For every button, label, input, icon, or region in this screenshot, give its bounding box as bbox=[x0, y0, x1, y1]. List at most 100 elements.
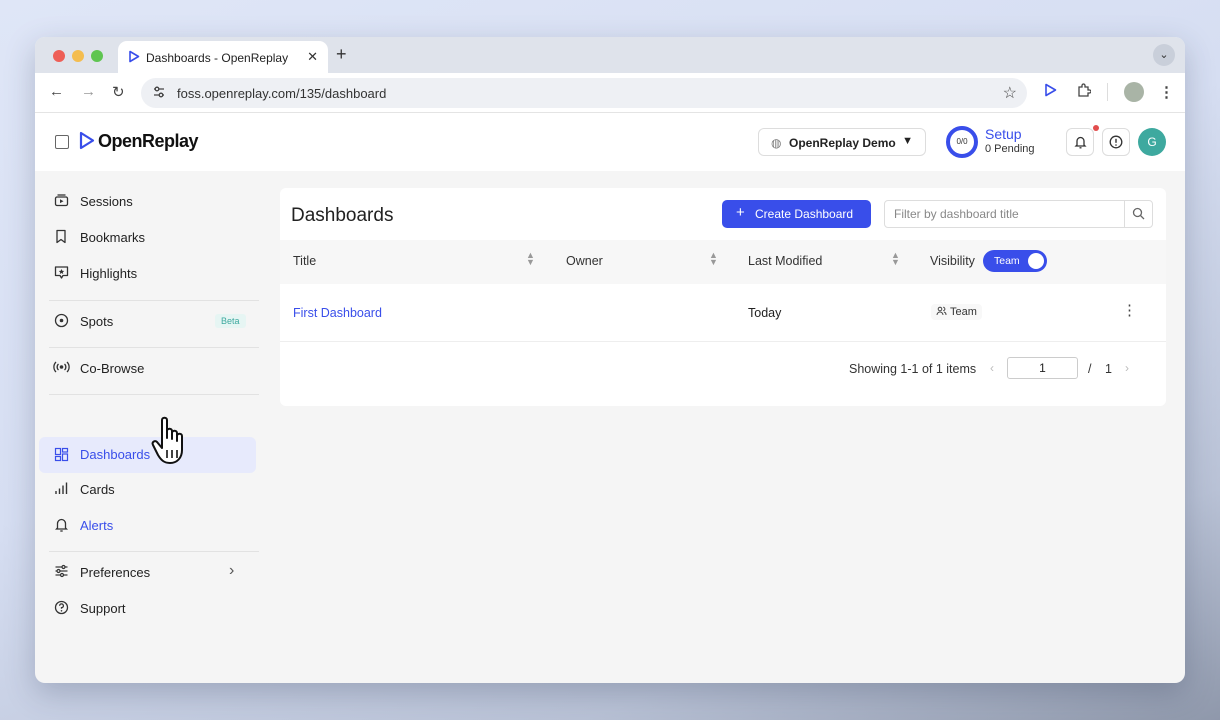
row-menu-icon[interactable]: ⋮ bbox=[1122, 301, 1137, 319]
plus-icon: + bbox=[736, 204, 745, 221]
dashboard-title-link[interactable]: First Dashboard bbox=[293, 306, 382, 320]
help-icon bbox=[53, 600, 69, 616]
browser-tab[interactable]: Dashboards - OpenReplay ✕ bbox=[118, 41, 328, 73]
sort-icon[interactable]: ▲ ▼ bbox=[891, 251, 900, 267]
chevron-left-icon[interactable]: ‹ bbox=[990, 361, 994, 375]
extensions-icon[interactable] bbox=[1076, 83, 1092, 102]
page-number-input[interactable]: 1 bbox=[1007, 357, 1078, 379]
page-title: Dashboards bbox=[291, 205, 394, 226]
sidebar-item-bookmarks[interactable]: Bookmarks bbox=[39, 221, 256, 255]
sidebar-item-preferences[interactable]: Preferences › bbox=[39, 556, 256, 590]
visibility-toggle[interactable]: Team bbox=[983, 250, 1047, 272]
bar-chart-icon bbox=[53, 481, 69, 497]
sidebar-item-co-browse[interactable]: Co-Browse bbox=[39, 352, 256, 386]
beta-badge: Beta bbox=[215, 314, 246, 328]
sidebar-item-dashboards[interactable]: Dashboards bbox=[39, 437, 256, 473]
column-last-modified[interactable]: Last Modified bbox=[748, 254, 822, 268]
chevron-right-icon: › bbox=[229, 562, 235, 579]
sidebar-item-label: Cards bbox=[80, 482, 115, 497]
create-dashboard-button[interactable]: + Create Dashboard bbox=[722, 200, 871, 228]
openreplay-logo[interactable]: OpenReplay bbox=[79, 131, 199, 155]
spot-icon bbox=[53, 313, 69, 329]
table-header: Title ▲ ▼ Owner ▲ ▼ Last Modified ▲ ▼ Visib… bbox=[280, 240, 1166, 284]
url-text: foss.openreplay.com/135/dashboard bbox=[177, 86, 387, 101]
globe-icon: ◍ bbox=[771, 136, 782, 150]
setup-link[interactable]: Setup bbox=[985, 126, 1022, 142]
toolbar-divider bbox=[1107, 83, 1108, 101]
profile-avatar[interactable] bbox=[1124, 82, 1144, 102]
sidebar: Sessions Bookmarks Highlights Spots Beta bbox=[35, 171, 263, 683]
sidebar-item-support[interactable]: Support bbox=[39, 592, 256, 626]
forward-icon[interactable]: → bbox=[81, 83, 96, 100]
close-window-button[interactable] bbox=[53, 50, 65, 62]
tab-title: Dashboards - OpenReplay bbox=[146, 51, 289, 65]
sidebar-divider bbox=[49, 347, 259, 348]
address-bar[interactable]: foss.openreplay.com/135/dashboard ☆ bbox=[141, 78, 1027, 108]
tab-strip: Dashboards - OpenReplay ✕ + ⌄ bbox=[35, 37, 1185, 73]
pagination: Showing 1-1 of 1 items ‹ 1 / 1 › bbox=[280, 344, 1166, 392]
minimize-window-button[interactable] bbox=[72, 50, 84, 62]
collapse-sidebar-icon[interactable] bbox=[55, 135, 69, 149]
new-tab-button[interactable]: + bbox=[336, 44, 347, 65]
logo-text: OpenReplay bbox=[98, 131, 199, 151]
dashboard-filter-input[interactable] bbox=[885, 201, 1125, 227]
sort-icon[interactable]: ▲ ▼ bbox=[709, 251, 718, 267]
setup-progress-ring[interactable]: 0/0 bbox=[946, 126, 978, 158]
tab-close-icon[interactable]: ✕ bbox=[307, 49, 318, 65]
maximize-window-button[interactable] bbox=[91, 50, 103, 62]
sidebar-item-highlights[interactable]: Highlights bbox=[39, 257, 256, 291]
sidebar-item-spots[interactable]: Spots Beta bbox=[39, 305, 256, 339]
sort-icon[interactable]: ▲ ▼ bbox=[526, 251, 535, 267]
browser-toolbar: ← → ↻ foss.openreplay.com/135/dashboard … bbox=[35, 73, 1185, 113]
dashboard-last-modified: Today bbox=[748, 306, 782, 320]
column-visibility: Visibility bbox=[930, 254, 975, 268]
dashboard-icon bbox=[53, 447, 69, 463]
hand-cursor-icon bbox=[151, 416, 183, 464]
project-selector[interactable]: ◍ OpenReplay Demo ▼ bbox=[758, 128, 926, 156]
bell-icon bbox=[53, 517, 69, 533]
sidebar-item-alerts[interactable]: Alerts bbox=[39, 509, 256, 543]
site-settings-icon[interactable] bbox=[152, 85, 166, 104]
app-header: OpenReplay ◍ OpenReplay Demo ▼ 0/0 Setup… bbox=[35, 113, 1185, 171]
sidebar-item-label: Preferences bbox=[80, 565, 151, 580]
browser-menu-icon[interactable]: ⋮ bbox=[1159, 83, 1174, 101]
openreplay-favicon-icon bbox=[128, 50, 140, 68]
column-owner[interactable]: Owner bbox=[566, 254, 603, 268]
broadcast-icon bbox=[53, 360, 70, 376]
total-pages: 1 bbox=[1105, 362, 1112, 376]
visibility-label: Team bbox=[950, 306, 977, 318]
caret-down-icon: ▼ bbox=[902, 135, 913, 147]
toggle-label: Team bbox=[994, 255, 1020, 267]
sidebar-item-sessions[interactable]: Sessions bbox=[39, 185, 256, 219]
reload-icon[interactable]: ↻ bbox=[112, 83, 125, 101]
column-title[interactable]: Title bbox=[293, 254, 316, 268]
search-icon[interactable] bbox=[1124, 201, 1152, 227]
project-name: OpenReplay Demo bbox=[789, 136, 896, 150]
notification-dot bbox=[1093, 125, 1099, 131]
info-button[interactable] bbox=[1102, 128, 1130, 156]
bookmark-star-icon[interactable]: ☆ bbox=[1003, 83, 1017, 103]
logo-play-icon bbox=[79, 131, 95, 155]
user-avatar[interactable]: G bbox=[1138, 128, 1166, 156]
tab-search-icon[interactable]: ⌄ bbox=[1153, 44, 1175, 66]
sidebar-item-cards[interactable]: Cards bbox=[39, 473, 256, 507]
visibility-badge: Team bbox=[931, 304, 982, 320]
bookmark-icon bbox=[53, 229, 69, 245]
sidebar-item-label: Support bbox=[80, 601, 126, 616]
sidebar-item-label: Alerts bbox=[80, 518, 114, 533]
highlights-icon bbox=[53, 265, 69, 281]
page-separator: / bbox=[1088, 362, 1092, 376]
toggle-knob bbox=[1028, 253, 1044, 269]
filter-field bbox=[884, 200, 1153, 228]
back-icon[interactable]: ← bbox=[49, 83, 64, 100]
table-row[interactable]: First Dashboard Today Team ⋮ bbox=[280, 284, 1166, 342]
sidebar-item-label: Bookmarks bbox=[80, 230, 146, 245]
openreplay-extension-icon[interactable] bbox=[1044, 83, 1057, 101]
sidebar-item-label: Spots bbox=[80, 314, 114, 329]
sliders-icon bbox=[53, 564, 69, 580]
notifications-button[interactable] bbox=[1066, 128, 1094, 156]
sessions-icon bbox=[53, 193, 69, 209]
chevron-right-icon[interactable]: › bbox=[1125, 361, 1129, 375]
sidebar-item-label: Co-Browse bbox=[80, 361, 145, 376]
sidebar-divider bbox=[49, 394, 259, 395]
